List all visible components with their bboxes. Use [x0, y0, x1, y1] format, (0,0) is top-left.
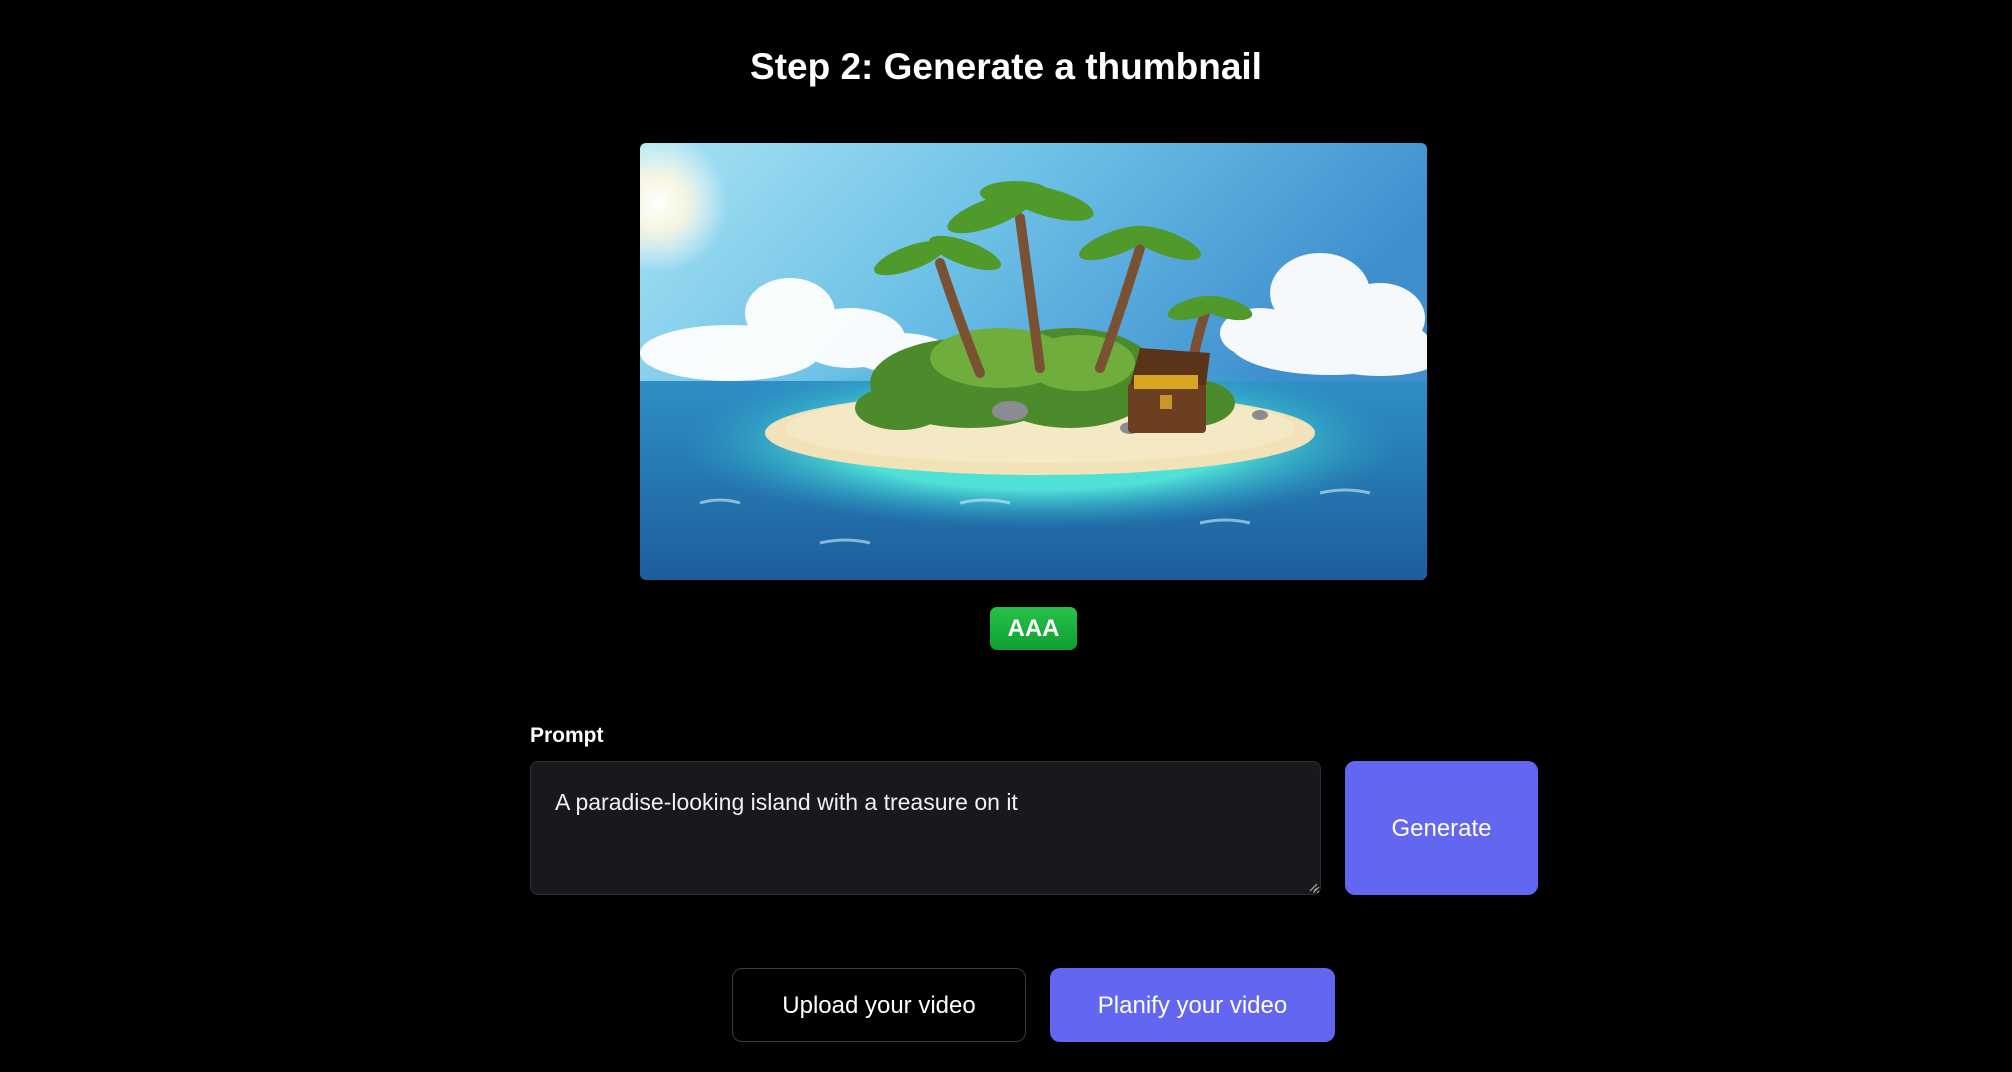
upload-video-button[interactable]: Upload your video — [732, 968, 1026, 1042]
planify-video-button[interactable]: Planify your video — [1050, 968, 1335, 1042]
generate-button[interactable]: Generate — [1345, 761, 1538, 895]
thumbnail-image — [640, 143, 1427, 580]
page: Step 2: Generate a thumbnail AAA Prompt … — [0, 0, 2012, 1072]
status-badge: AAA — [990, 607, 1077, 650]
page-title: Step 2: Generate a thumbnail — [750, 46, 1262, 87]
resize-grip-icon[interactable] — [1308, 882, 1318, 892]
prompt-label: Prompt — [530, 724, 604, 747]
prompt-input[interactable]: A paradise-looking island with a treasur… — [530, 761, 1321, 895]
